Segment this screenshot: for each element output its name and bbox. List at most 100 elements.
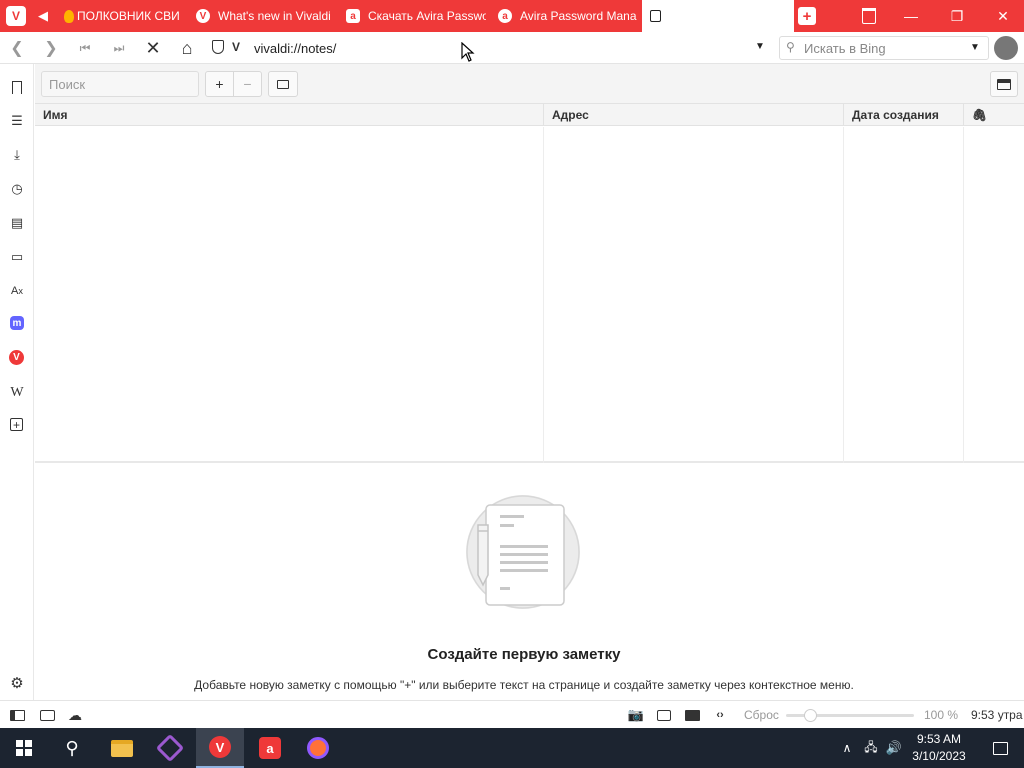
tab-2[interactable]: V What's new in Vivaldi (188, 0, 334, 32)
taskbar-clock[interactable]: 9:53 AM 3/10/2023 (908, 731, 970, 765)
notes-search-placeholder: Поиск (49, 76, 86, 92)
folder-icon (277, 79, 289, 89)
url-dropdown-icon[interactable]: ▼ (755, 41, 765, 52)
zoom-slider[interactable] (786, 709, 914, 722)
new-folder-button[interactable] (268, 71, 298, 97)
zoom-slider-handle[interactable] (804, 709, 817, 722)
tab-title: What's new in Vivaldi (218, 9, 331, 23)
panel-toggle-icon[interactable] (9, 707, 25, 723)
taskbar-date: 3/10/2023 (912, 749, 966, 763)
tab-title: Скачать Avira Passwo (368, 9, 486, 23)
window-icon[interactable] (656, 707, 672, 723)
rewind-button[interactable]: ⏮ (71, 32, 99, 64)
fast-forward-button[interactable]: ⏭ (105, 32, 133, 64)
mastodon-icon[interactable]: m (10, 316, 24, 330)
file-explorer-icon[interactable] (98, 728, 146, 768)
camera-icon[interactable]: 📷 (628, 707, 644, 723)
url-field[interactable]: vivaldi://notes/ (254, 36, 774, 60)
side-panel: ☰ ⤓ ◷ ▤ ▭ Ax m V W + ⚙ (0, 64, 34, 700)
windows-taskbar: ⚲ V a ∧ 🖧 🔊 9:53 AM 3/10/2023 (0, 728, 1024, 768)
vivaldi-icon: V (196, 9, 210, 23)
sync-cloud-icon[interactable]: ☁ (67, 707, 83, 723)
profile-avatar[interactable] (994, 36, 1018, 60)
avira-taskbar-icon[interactable]: a (246, 728, 294, 768)
stop-loading-button[interactable]: ✕ (139, 32, 167, 64)
firefox-icon[interactable] (294, 728, 342, 768)
vivaldi-menu-button[interactable]: V (6, 6, 26, 26)
tab-bar: V ◀ ПОЛКОВНИК СВИ V What's new in Vivald… (0, 0, 1024, 32)
column-header-attachment[interactable]: 🖇 (964, 104, 1024, 126)
panel-toggle-icon (997, 78, 1011, 90)
panel-toggle-button[interactable] (990, 71, 1018, 97)
notification-icon[interactable] (976, 728, 1024, 768)
empty-state-description: Добавьте новую заметку с помощью "+" или… (194, 678, 854, 692)
search-icon: ⚲ (786, 40, 795, 54)
add-note-button[interactable]: + (205, 71, 234, 97)
tab-title: ПОЛКОВНИК СВИ (77, 9, 180, 23)
trash-icon[interactable] (862, 8, 876, 24)
column-header-address[interactable]: Адрес (544, 104, 844, 126)
minimize-button[interactable]: — (888, 0, 934, 32)
tab-1[interactable]: ПОЛКОВНИК СВИ (60, 0, 184, 32)
volume-icon[interactable]: 🔊 (884, 728, 904, 768)
settings-icon[interactable]: ⚙ (8, 674, 26, 692)
downloads-icon[interactable]: ⤓ (8, 146, 26, 164)
notes-panel-icon[interactable]: ▤ (8, 214, 26, 232)
fire-icon (64, 9, 74, 23)
column-header-name[interactable]: Имя (35, 104, 544, 126)
shield-icon[interactable] (212, 40, 224, 54)
vivaldi-taskbar-icon[interactable]: V (196, 728, 244, 768)
tiling-icon[interactable] (39, 707, 55, 723)
translate-icon[interactable]: Ax (8, 282, 26, 300)
vivaldi-site-icon: V (232, 40, 241, 54)
notes-search-input[interactable]: Поиск (41, 71, 199, 97)
history-icon[interactable]: ◷ (8, 180, 26, 198)
address-bar: ❮ ❯ ⏮ ⏭ ✕ ⌂ V vivaldi://notes/ ▼ ⚲ Искат… (0, 32, 1024, 64)
home-button[interactable]: ⌂ (173, 32, 201, 64)
close-button[interactable]: ✕ (980, 0, 1024, 32)
status-clock: 9:53 утра (971, 708, 1023, 722)
status-bar: ☁ 📷 ‹› Сброс 100 % 9:53 утра (0, 700, 1024, 728)
document-pencil-icon (466, 495, 580, 609)
maximize-button[interactable]: ❐ (934, 0, 980, 32)
tab-notes-active[interactable] (642, 0, 794, 32)
notes-icon (650, 10, 661, 22)
remove-note-button[interactable]: − (233, 71, 262, 97)
tab-4[interactable]: a Avira Password Mana (490, 0, 638, 32)
add-panel-icon[interactable]: + (10, 418, 23, 432)
windows-start-icon[interactable] (0, 728, 48, 768)
reading-list-icon[interactable]: ☰ (8, 112, 26, 130)
tab-title: Avira Password Mana (520, 9, 637, 23)
search-dropdown-icon[interactable]: ▼ (970, 42, 980, 53)
zoom-reset-button[interactable]: Сброс (744, 708, 779, 722)
tab-3[interactable]: a Скачать Avira Passwo (338, 0, 486, 32)
paperclip-icon: 🖇 (972, 108, 988, 122)
vivaldi-social-icon[interactable]: V (9, 350, 24, 365)
notes-empty-state: Создайте первую заметку Добавьте новую з… (35, 465, 1024, 700)
mouse-cursor-icon (461, 41, 475, 65)
zoom-level: 100 % (924, 708, 959, 722)
empty-state-title: Создайте первую заметку (427, 646, 621, 663)
tray-chevron-icon[interactable]: ∧ (838, 728, 856, 768)
forward-button[interactable]: ❯ (37, 32, 65, 64)
network-icon[interactable]: 🖧 (860, 728, 882, 768)
notes-table[interactable] (35, 127, 1024, 463)
back-button[interactable]: ❮ (3, 32, 31, 64)
bookmark-icon[interactable] (8, 78, 26, 96)
search-engine-field[interactable]: ⚲ Искать в Bing ▼ (779, 36, 989, 60)
code-icon[interactable]: ‹› (712, 707, 728, 723)
window-panel-icon[interactable]: ▭ (8, 248, 26, 266)
column-header-date-created[interactable]: Дата создания (844, 104, 964, 126)
taskbar-time: 9:53 AM (916, 732, 962, 746)
wikipedia-icon[interactable]: W (8, 384, 26, 402)
speaker-icon[interactable]: ◀ (38, 8, 48, 24)
image-icon[interactable] (684, 707, 700, 723)
visual-studio-icon[interactable] (146, 728, 194, 768)
avira-icon: a (346, 9, 360, 23)
column-divider (963, 127, 964, 463)
notes-table-header: Имя Адрес Дата создания 🖇 (35, 104, 1024, 126)
search-icon[interactable]: ⚲ (48, 728, 96, 768)
avira-icon: a (498, 9, 512, 23)
url-text: vivaldi://notes/ (254, 40, 337, 56)
new-tab-button[interactable]: + (798, 7, 816, 25)
